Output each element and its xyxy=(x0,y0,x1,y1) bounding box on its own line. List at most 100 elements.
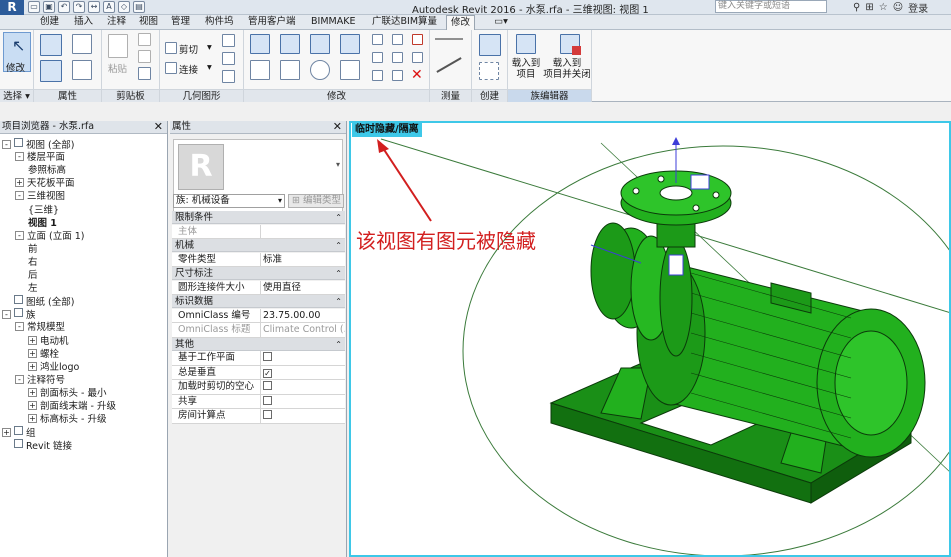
measure-icon[interactable]: ↔ xyxy=(88,1,100,13)
tree-item[interactable]: + 螺栓 xyxy=(28,348,59,361)
expand-icon[interactable]: + xyxy=(15,178,24,188)
tree-item[interactable]: -族 xyxy=(2,308,36,321)
binoculars-icon[interactable]: ⚲ xyxy=(853,2,860,13)
family-category-icon[interactable] xyxy=(40,60,62,82)
checkbox[interactable] xyxy=(263,395,272,405)
property-value[interactable]: 标准 xyxy=(260,252,345,267)
login-button[interactable]: 登录 xyxy=(908,0,928,15)
collapse-icon[interactable]: - xyxy=(2,310,11,320)
array-icon[interactable] xyxy=(372,52,383,63)
cut-icon[interactable] xyxy=(138,33,151,46)
property-value[interactable] xyxy=(260,409,345,423)
unpin-icon[interactable] xyxy=(412,34,423,45)
tree-item[interactable]: + 组 xyxy=(2,426,36,439)
wall-join-icon[interactable] xyxy=(222,70,235,83)
tree-item[interactable]: - 楼层平面 xyxy=(15,151,65,164)
tab-view[interactable]: 视图 xyxy=(135,15,162,30)
tree-item[interactable]: 图纸 (全部) xyxy=(2,295,74,308)
tree-item[interactable]: + 剖面线末端 - 升级 xyxy=(28,400,116,413)
checkbox[interactable] xyxy=(263,381,272,390)
trim-multiple-icon[interactable] xyxy=(392,70,403,81)
paste-button[interactable]: 粘贴 xyxy=(108,61,127,75)
tree-item[interactable]: - 立面 (立面 1) xyxy=(15,230,85,243)
match-type-icon[interactable] xyxy=(138,67,151,80)
property-section-header[interactable]: 标识数据 ⌃ xyxy=(172,295,345,308)
tree-item[interactable]: 前 xyxy=(28,243,38,256)
family-types-icon[interactable] xyxy=(72,60,92,80)
open-icon[interactable]: ▭ xyxy=(28,1,40,13)
tab-annotate[interactable]: 注释 xyxy=(103,15,130,30)
create-component-icon[interactable] xyxy=(479,62,499,80)
tree-item[interactable]: 视图 1 xyxy=(28,217,57,230)
close-icon[interactable]: ✕ xyxy=(333,121,342,133)
trim-single-icon[interactable] xyxy=(372,70,383,81)
tab-modify[interactable]: 修改 xyxy=(446,15,476,31)
properties-icon[interactable] xyxy=(40,34,62,56)
tree-item[interactable]: - 注释符号 xyxy=(15,374,65,387)
expand-icon[interactable]: + xyxy=(28,387,37,397)
pin-icon[interactable] xyxy=(412,52,423,63)
cart-icon[interactable]: ⊞ xyxy=(865,2,873,13)
modify-button[interactable]: ↖ 修改 xyxy=(3,32,31,74)
load-into-project-button[interactable]: 载入到 项目 xyxy=(510,58,542,80)
tab-create[interactable]: 创建 xyxy=(36,15,63,30)
delete-icon[interactable]: ✕ xyxy=(411,67,423,83)
3d-viewport[interactable]: 临时隐藏/隔离 该视图有图元被隐藏 xyxy=(349,121,951,557)
switch-window-icon[interactable]: ▤ xyxy=(133,1,145,13)
checkbox[interactable] xyxy=(263,352,272,361)
checkbox[interactable] xyxy=(263,410,272,419)
scale-icon[interactable] xyxy=(392,52,403,63)
tree-item[interactable]: 参照标高 xyxy=(28,164,66,177)
split-face-icon[interactable] xyxy=(222,34,235,47)
join-dropdown-icon[interactable]: ▾ xyxy=(207,62,212,73)
property-section-header[interactable]: 尺寸标注 ⌃ xyxy=(172,267,345,280)
copy-icon[interactable] xyxy=(138,50,151,63)
tab-bimmake[interactable]: BIMMAKE xyxy=(307,15,359,30)
family-selector[interactable]: 族: 机械设备 ▾ xyxy=(173,194,285,208)
collapse-icon[interactable]: - xyxy=(2,140,11,149)
collapse-icon[interactable]: - xyxy=(15,374,24,384)
redo-icon[interactable]: ↷ xyxy=(73,1,85,13)
tree-item[interactable]: + 剖面标头 - 最小 xyxy=(28,387,106,400)
measure-between-icon[interactable] xyxy=(435,38,463,40)
tree-item[interactable]: 后 xyxy=(28,269,38,282)
tree-item[interactable]: - 视图 (全部) xyxy=(2,138,74,151)
tree-item[interactable]: - 三维视图 xyxy=(15,190,65,203)
tree-item[interactable]: - 常规模型 xyxy=(15,321,65,334)
3d-view-icon[interactable]: ◇ xyxy=(118,1,130,13)
tab-component-dock[interactable]: 构件坞 xyxy=(201,15,238,30)
collapse-icon[interactable]: - xyxy=(15,191,24,201)
tree-item[interactable]: + 天花板平面 xyxy=(15,177,75,190)
paint-icon[interactable] xyxy=(222,52,235,65)
tree-item[interactable]: + 电动机 xyxy=(28,335,69,348)
property-value[interactable]: 使用直径 xyxy=(260,280,345,295)
move-icon[interactable] xyxy=(250,60,270,80)
expand-icon[interactable]: + xyxy=(28,348,37,358)
star-icon[interactable]: ☆ xyxy=(879,2,888,13)
load-into-project-icon[interactable] xyxy=(516,34,536,54)
expand-icon[interactable]: + xyxy=(28,401,37,410)
property-section-header[interactable]: 其他 ⌃ xyxy=(172,337,345,351)
close-icon[interactable]: ✕ xyxy=(154,121,163,133)
tree-item[interactable]: + 鸿业logo xyxy=(28,361,79,374)
tree-item[interactable]: 右 xyxy=(28,256,38,269)
trim-extend-icon[interactable] xyxy=(340,60,360,80)
tree-item[interactable]: + 标高标头 - 升级 xyxy=(28,413,106,426)
chevron-down-icon[interactable]: ▾ xyxy=(336,160,340,169)
expand-icon[interactable]: + xyxy=(28,361,37,371)
join-geometry-icon[interactable] xyxy=(165,62,177,74)
paste-icon[interactable] xyxy=(108,34,128,58)
expand-icon[interactable]: + xyxy=(28,335,37,345)
collapse-icon[interactable]: ⌃ xyxy=(335,267,342,280)
property-section-header[interactable]: 限制条件 ⌃ xyxy=(172,211,345,224)
offset-icon[interactable] xyxy=(280,34,300,54)
type-properties-icon[interactable] xyxy=(72,34,92,54)
user-icon[interactable]: ☺ xyxy=(893,2,903,13)
collapse-icon[interactable]: ⌃ xyxy=(335,295,342,308)
collapse-icon[interactable]: ⌃ xyxy=(335,338,342,351)
collapse-icon[interactable]: - xyxy=(15,230,24,240)
expand-icon[interactable]: + xyxy=(28,414,37,424)
cut-dropdown-icon[interactable]: ▾ xyxy=(207,42,212,53)
cut-geometry-icon[interactable] xyxy=(165,42,177,54)
split-element-icon[interactable] xyxy=(372,34,383,45)
